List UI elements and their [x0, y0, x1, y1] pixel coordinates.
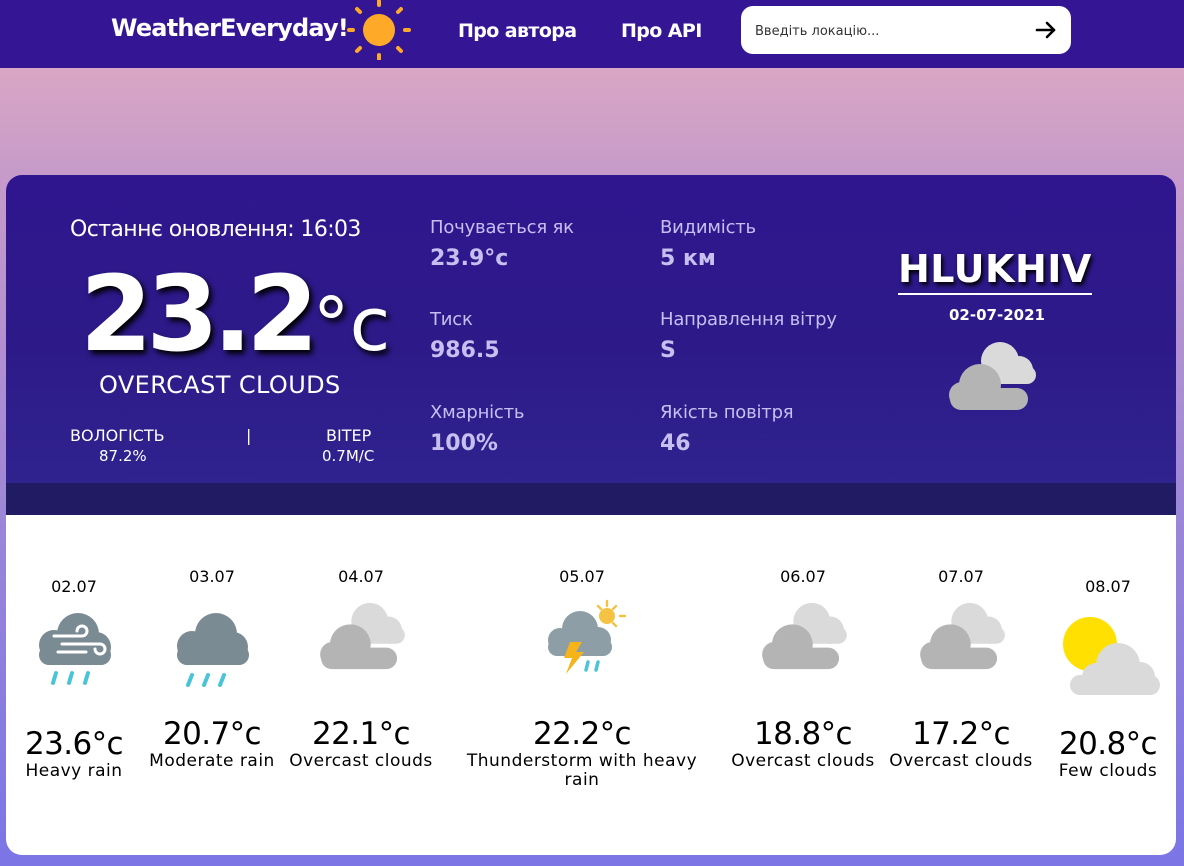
wind-value: 0.7М/С: [322, 447, 375, 465]
air-quality-value: 46: [660, 431, 691, 456]
visibility-label: Видимість: [660, 217, 756, 238]
overcast-clouds-icon: [920, 602, 1005, 670]
feels-like-label: Почувається як: [430, 217, 574, 238]
humidity-value: 87.2%: [99, 447, 147, 465]
panel-bottom-strip: [6, 483, 1176, 515]
site-logo-text[interactable]: WeatherEveryday!: [111, 14, 349, 42]
top-navbar: WeatherEveryday! Про автора Про API: [0, 0, 1184, 68]
current-weather-panel: Останнє оновлення: 16:03 23.2°c OVERCAST…: [6, 175, 1176, 515]
sun-icon: [347, 0, 411, 60]
feels-like-value: 23.9°c: [430, 246, 509, 271]
forecast-temperature: 22.2°c: [533, 716, 632, 752]
air-quality-label: Якість повітря: [660, 402, 794, 423]
wind-direction-value: S: [660, 338, 676, 363]
cloudiness-value: 100%: [430, 431, 498, 456]
location-search-input[interactable]: [753, 20, 1017, 42]
forecast-temperature: 20.8°c: [1059, 726, 1158, 762]
nav-about-api[interactable]: Про API: [621, 20, 702, 42]
temperature-value: 23.2: [80, 253, 319, 375]
nav-about-author[interactable]: Про автора: [458, 20, 577, 42]
visibility-value: 5 км: [660, 246, 716, 271]
pressure-label: Тиск: [430, 309, 473, 330]
forecast-description: Heavy rain: [25, 761, 123, 781]
current-date: 02-07-2021: [949, 306, 1045, 324]
forecast-description: Few clouds: [1058, 761, 1158, 781]
wind-label: ВІТЕР: [326, 426, 372, 445]
forecast-date: 05.07: [559, 567, 605, 586]
heavy-rain-icon: [39, 613, 111, 685]
humidity-label: ВОЛОГІСТЬ: [70, 426, 165, 445]
stat-divider: |: [246, 426, 252, 445]
thunderstorm-icon: [548, 599, 626, 674]
forecast-temperature: 22.1°c: [312, 716, 411, 752]
current-condition: OVERCAST CLOUDS: [99, 371, 341, 399]
cloudiness-label: Хмарність: [430, 402, 525, 423]
forecast-date: 08.07: [1085, 577, 1131, 596]
forecast-date: 04.07: [338, 567, 384, 586]
few-clouds-icon: [1063, 617, 1160, 695]
last-updated-text: Останнє оновлення: 16:03: [70, 217, 361, 242]
overcast-clouds-icon: [320, 602, 405, 670]
forecast-panel: 02.07 23.6°c Heavy rain 03.07 20.7°c Mod…: [6, 515, 1176, 855]
forecast-description: Overcast clouds: [289, 751, 433, 771]
wind-direction-label: Направлення вітру: [660, 309, 837, 330]
moderate-rain-icon: [177, 613, 249, 687]
city-name: HLUKHIV: [898, 247, 1092, 295]
arrow-right-icon[interactable]: [1033, 18, 1059, 42]
temperature-unit: °c: [312, 282, 391, 368]
pressure-value: 986.5: [430, 338, 500, 363]
search-box: [741, 6, 1071, 54]
forecast-description: Overcast clouds: [731, 751, 875, 771]
current-temperature: 23.2°c: [80, 253, 390, 375]
forecast-description: Thunderstorm with heavy rain: [466, 751, 698, 790]
forecast-description: Moderate rain: [149, 751, 275, 771]
overcast-clouds-icon: [949, 342, 1036, 410]
overcast-clouds-icon: [762, 602, 847, 670]
